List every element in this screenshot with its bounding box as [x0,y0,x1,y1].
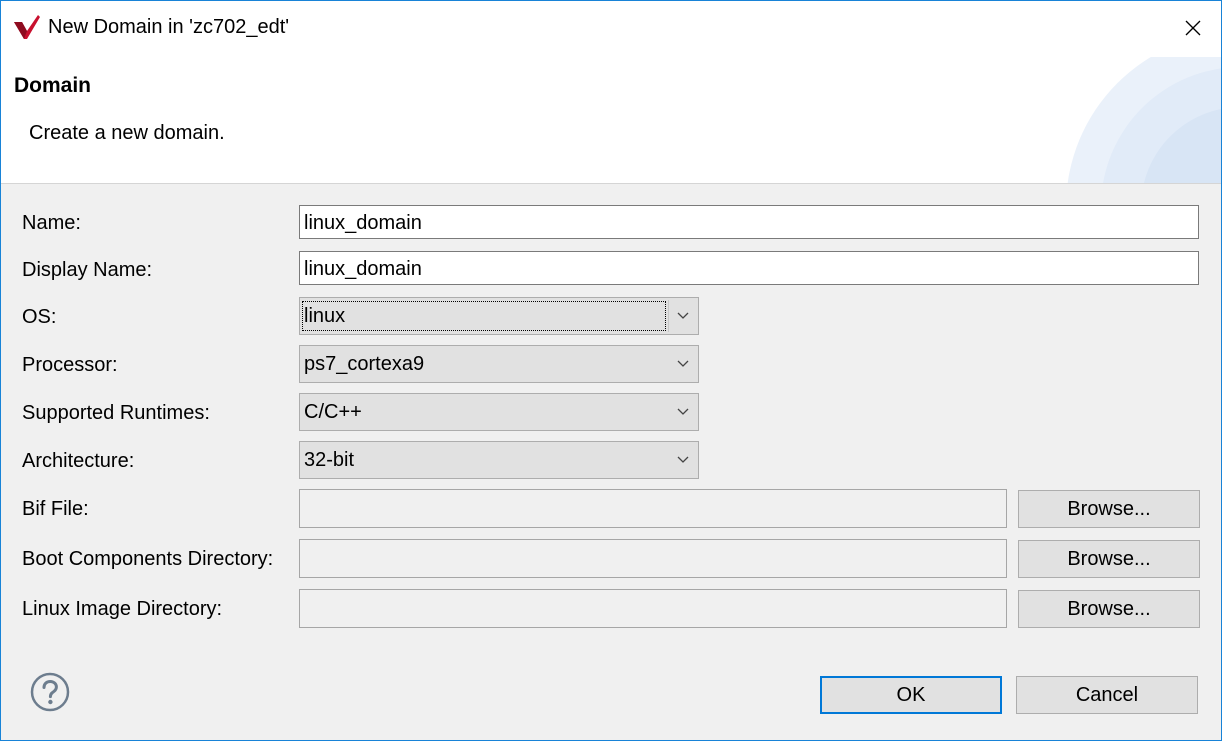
runtimes-label: Supported Runtimes: [22,402,210,424]
display-name-label: Display Name: [22,259,153,281]
boot-dir-label: Boot Components Directory: [22,548,274,570]
title-bar[interactable]: New Domain in 'zc702_edt' [1,1,1221,57]
dialog-header: Domain Create a new domain. [1,57,1221,184]
display-name-input[interactable]: linux_domain [299,251,1199,285]
help-icon [30,672,70,712]
chevron-down-icon [677,408,689,415]
boot-dir-browse-button[interactable]: Browse... [1018,540,1200,578]
boot-dir-input[interactable] [299,539,1007,578]
architecture-value: 32-bit [304,449,355,471]
name-label: Name: [22,212,81,234]
combo-divider [668,300,669,332]
help-button[interactable] [30,672,70,712]
runtimes-value: C/C++ [304,401,362,423]
header-title: Domain [14,74,92,97]
focus-indicator [302,301,666,331]
chevron-down-icon [677,312,689,319]
dialog-window: New Domain in 'zc702_edt' Domain Create … [0,0,1222,741]
ok-button[interactable]: OK [820,676,1002,714]
header-separator [1,183,1221,184]
linux-dir-label: Linux Image Directory: [22,598,223,620]
close-button[interactable] [1165,1,1221,55]
bif-file-input[interactable] [299,489,1007,528]
architecture-label: Architecture: [22,450,135,472]
window-title: New Domain in 'zc702_edt' [48,16,290,38]
processor-value: ps7_cortexa9 [304,353,425,375]
header-description: Create a new domain. [29,122,225,144]
linux-dir-browse-button[interactable]: Browse... [1018,590,1200,628]
runtimes-select[interactable]: C/C++ [299,393,699,431]
architecture-select[interactable]: 32-bit [299,441,699,479]
chevron-down-icon [677,360,689,367]
linux-dir-input[interactable] [299,589,1007,628]
bif-file-label: Bif File: [22,498,89,520]
bif-file-browse-button[interactable]: Browse... [1018,490,1200,528]
processor-label: Processor: [22,354,118,376]
chevron-down-icon [677,456,689,463]
header-decoration [1067,57,1221,184]
processor-select[interactable]: ps7_cortexa9 [299,345,699,383]
os-label: OS: [22,306,57,328]
name-input[interactable]: linux_domain [299,205,1199,239]
vitis-logo-icon [14,15,40,39]
close-icon [1185,20,1201,36]
cancel-button[interactable]: Cancel [1016,676,1198,714]
os-select[interactable]: linux [299,297,699,335]
